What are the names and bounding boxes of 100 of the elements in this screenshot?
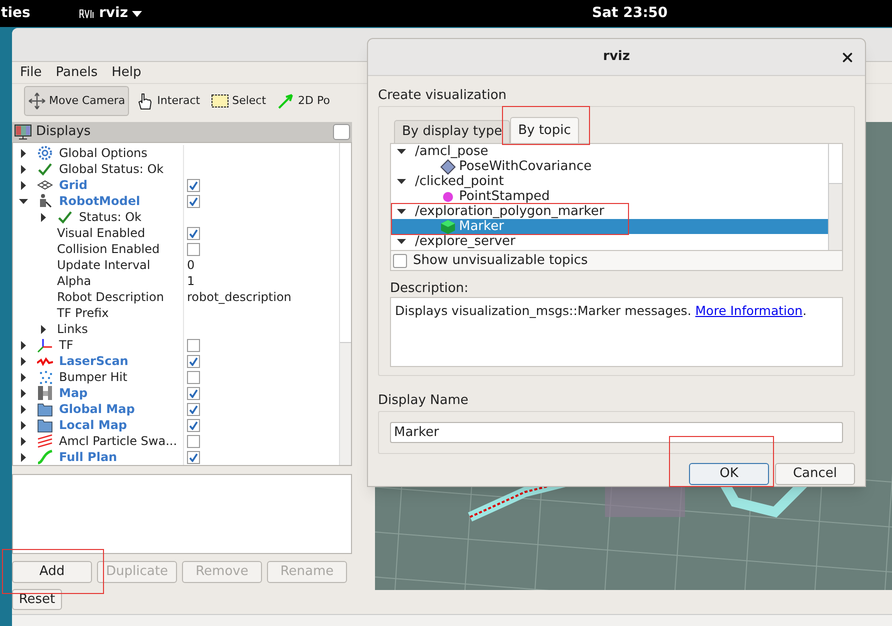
app-menu[interactable]: rviz xyxy=(79,3,142,24)
float-button[interactable] xyxy=(333,124,350,140)
tool-button[interactable]: 2D Po xyxy=(273,86,334,116)
checkmark-icon xyxy=(57,209,73,225)
display-label[interactable]: Amcl Particle Swa... xyxy=(59,432,178,450)
display-label[interactable]: LaserScan xyxy=(59,352,128,370)
checkbox[interactable] xyxy=(187,418,200,432)
expanded-arrow-icon[interactable] xyxy=(397,237,406,246)
checkbox[interactable] xyxy=(187,402,200,416)
display-label[interactable]: Full Plan xyxy=(59,448,118,465)
caret-icon xyxy=(132,10,142,16)
display-label[interactable]: Status: Ok xyxy=(79,208,142,226)
reset-button[interactable]: Reset xyxy=(12,589,62,610)
panel-button[interactable]: Add xyxy=(12,561,92,583)
checkbox[interactable] xyxy=(187,354,200,368)
display-label[interactable]: Global Options xyxy=(59,144,148,162)
scrollbar[interactable] xyxy=(339,143,351,465)
path-icon xyxy=(37,449,53,465)
section-heading: Create visualization xyxy=(378,87,508,102)
expanded-arrow-icon[interactable] xyxy=(397,207,406,216)
checkbox-label[interactable]: Show unvisualizable topics xyxy=(413,250,588,270)
expanded-arrow-icon[interactable] xyxy=(397,177,406,186)
checkbox[interactable] xyxy=(187,242,200,256)
close-icon[interactable] xyxy=(840,50,855,65)
display-label[interactable]: Map xyxy=(59,384,88,402)
display-name-field[interactable]: Marker xyxy=(390,422,843,443)
tab[interactable]: By display type xyxy=(394,120,510,143)
display-label[interactable]: Links xyxy=(57,320,88,338)
display-label[interactable]: Robot Description xyxy=(57,288,164,306)
map-tiles-icon xyxy=(37,385,53,401)
hand-pointer-icon xyxy=(136,92,154,110)
display-type-row[interactable]: PoseWithCovariance xyxy=(391,159,828,174)
display-type-row[interactable]: PointStamped xyxy=(391,189,828,204)
arrows-icon xyxy=(37,433,53,449)
display-label[interactable]: Grid xyxy=(59,176,88,194)
description-text: Displays visualization_msgs::Marker messages. More Information. xyxy=(390,297,843,367)
dialog-title: rviz xyxy=(603,48,630,66)
topic-name[interactable]: /exploration_polygon_marker xyxy=(415,202,604,222)
menu-item[interactable]: File xyxy=(20,62,42,82)
checkbox[interactable] xyxy=(187,338,200,352)
collapsed-arrow-icon[interactable] xyxy=(39,212,48,222)
move-arrows-icon xyxy=(28,92,46,110)
robot-icon xyxy=(37,193,53,209)
tool-button[interactable]: Select xyxy=(207,86,270,116)
checkbox[interactable] xyxy=(187,450,200,464)
property-value[interactable]: 1 xyxy=(187,272,195,290)
checkbox[interactable] xyxy=(393,254,407,268)
display-name-label: Display Name xyxy=(378,392,470,408)
property-value[interactable]: robot_description xyxy=(187,288,292,306)
folder-icon xyxy=(37,401,53,417)
scrollbar[interactable] xyxy=(828,144,842,250)
checkbox[interactable] xyxy=(187,194,200,208)
folder-icon xyxy=(37,417,53,433)
collapsed-arrow-icon[interactable] xyxy=(39,324,48,334)
display-label[interactable]: Bumper Hit xyxy=(59,368,128,386)
topic-name[interactable]: /amcl_pose xyxy=(415,144,488,162)
checkbox[interactable] xyxy=(187,386,200,400)
axes-icon xyxy=(37,337,53,353)
property-value[interactable]: 0 xyxy=(187,256,195,274)
expanded-arrow-icon[interactable] xyxy=(397,147,406,156)
selection-rectangle-icon xyxy=(211,93,230,109)
menu-item[interactable]: Help xyxy=(112,62,142,82)
description-label: Description: xyxy=(390,280,470,297)
checkbox[interactable] xyxy=(187,178,200,192)
display-label[interactable]: TF xyxy=(59,336,74,354)
rviz-logo-icon xyxy=(79,8,95,18)
checkmark-icon xyxy=(37,161,53,177)
dialog-button[interactable]: Cancel xyxy=(775,463,855,485)
display-label[interactable]: TF Prefix xyxy=(57,304,109,322)
topic-name[interactable]: /explore_server xyxy=(415,232,516,250)
cube-icon xyxy=(440,218,456,234)
checkbox[interactable] xyxy=(187,226,200,240)
display-label[interactable]: Local Map xyxy=(59,416,128,434)
display-type-row[interactable]: Marker xyxy=(391,219,828,234)
arrow-icon xyxy=(277,92,296,110)
more-information-link[interactable]: More Information xyxy=(695,303,803,318)
display-label[interactable]: Visual Enabled xyxy=(57,224,146,242)
clock: Sat 23:50 xyxy=(592,4,668,23)
tool-button[interactable]: Interact xyxy=(132,86,204,116)
tab[interactable]: By topic xyxy=(510,117,579,143)
topic-name[interactable]: /clicked_point xyxy=(415,172,504,192)
checkbox[interactable] xyxy=(187,434,200,448)
gear-icon xyxy=(37,145,53,161)
display-label[interactable]: RobotModel xyxy=(59,192,140,210)
display-label[interactable]: Global Map xyxy=(59,400,135,418)
menu-item[interactable]: Panels xyxy=(56,62,98,82)
checkbox[interactable] xyxy=(187,370,200,384)
expanded-arrow-icon[interactable] xyxy=(19,196,28,206)
display-label[interactable]: Collision Enabled xyxy=(57,240,160,258)
activities-button[interactable]: ties xyxy=(1,3,79,24)
diamond-icon xyxy=(440,158,456,174)
sphere-icon xyxy=(442,190,454,202)
dialog-button[interactable]: OK xyxy=(689,463,769,485)
display-label[interactable]: Update Interval xyxy=(57,256,150,274)
monitor-icon xyxy=(14,124,32,140)
display-label[interactable]: Global Status: Ok xyxy=(59,160,164,178)
tool-button[interactable]: Move Camera xyxy=(24,86,130,116)
panel-title: Displays xyxy=(36,123,91,142)
display-label[interactable]: Alpha xyxy=(57,272,92,290)
dots-icon xyxy=(37,369,53,385)
